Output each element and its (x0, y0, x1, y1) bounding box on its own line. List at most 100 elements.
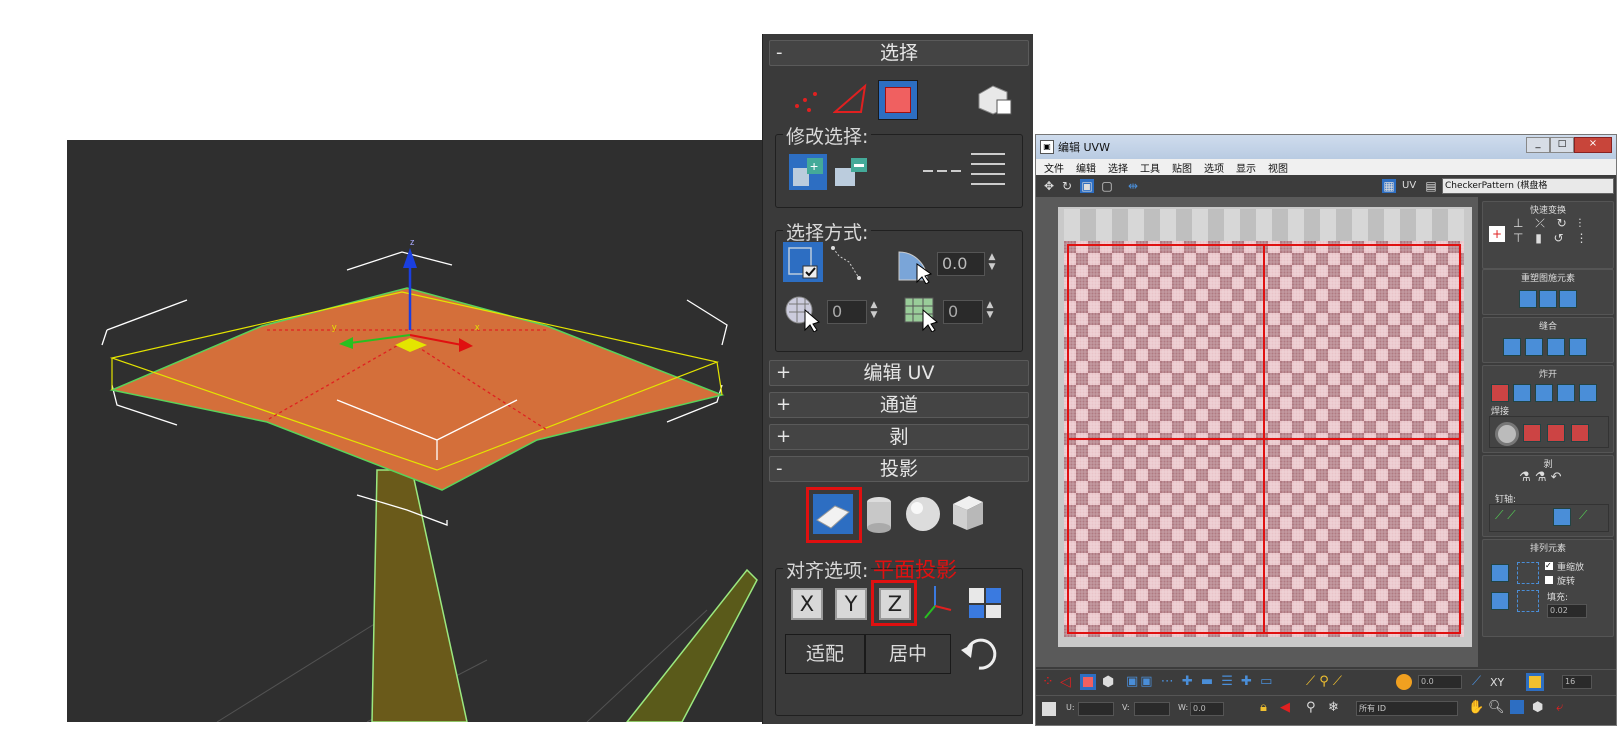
cylindrical-map-icon[interactable] (863, 494, 897, 534)
weld-selected-icon[interactable] (1523, 424, 1541, 442)
relax-icon[interactable] (1539, 290, 1557, 308)
smoothing-group-spinner-arrows[interactable]: ▲ ▼ (983, 300, 997, 322)
padding-spinner[interactable]: 0.02 (1547, 604, 1587, 618)
rollout-edit-uv[interactable]: + 编辑 UV (769, 360, 1029, 386)
uv-canvas-area[interactable] (1036, 197, 1478, 667)
v-field[interactable] (1134, 702, 1170, 716)
menu-display[interactable]: 显示 (1236, 160, 1256, 175)
mirror-icon[interactable]: ⇹ (1126, 179, 1140, 193)
pack-normalize-icon[interactable] (1491, 564, 1509, 582)
detach-icon[interactable] (1513, 384, 1531, 402)
slice-icon[interactable]: ⟋ (1472, 674, 1481, 689)
face-mode-button[interactable] (1080, 674, 1096, 690)
menu-mapping[interactable]: 贴图 (1172, 160, 1192, 175)
ring-select-icon[interactable] (923, 160, 963, 172)
circle-icon[interactable] (1559, 290, 1577, 308)
peel-tools-icons[interactable]: ⚗ ⚗ ↶ (1519, 470, 1561, 485)
toggle-pins-icon[interactable] (1553, 508, 1571, 526)
u-field[interactable] (1078, 702, 1114, 716)
straighten-icon[interactable] (1519, 290, 1537, 308)
paint-select-icons[interactable]: ⟋ ⚲ ⟋ (1306, 674, 1342, 689)
selection-tools-icons[interactable]: ▣▣ ⋯ ✚ ▬ ☰ ✚ ▭ (1126, 674, 1274, 689)
vertex-select-icon[interactable] (791, 84, 821, 114)
freeze-icon[interactable]: ❄ (1328, 700, 1339, 715)
grid-spinner[interactable]: 16 (1562, 675, 1592, 689)
break-icon[interactable] (1491, 384, 1509, 402)
menu-edit[interactable]: 编辑 (1076, 160, 1096, 175)
menu-select[interactable]: 选择 (1108, 160, 1128, 175)
edge-mode-icon[interactable]: ◁ (1060, 674, 1071, 690)
menu-view[interactable]: 视图 (1268, 160, 1288, 175)
zoom-extents-icon[interactable]: ⬢ (1532, 700, 1543, 715)
scale-icon[interactable]: ▣ (1080, 179, 1094, 193)
stitch-custom-icon[interactable] (1569, 338, 1587, 356)
menu-file[interactable]: 文件 (1044, 160, 1064, 175)
absolute-mode-icon[interactable] (1042, 702, 1056, 716)
close-button[interactable]: × (1574, 137, 1612, 153)
pack-together-icon[interactable] (1491, 592, 1509, 610)
stitch-average-icon[interactable] (1547, 338, 1565, 356)
material-id-spinner[interactable]: 0 (827, 300, 867, 324)
grow-selection-button[interactable]: + (789, 154, 827, 190)
rollout-channel[interactable]: + 通道 (769, 392, 1029, 418)
lock-selection-icon[interactable]: 🔒︎ (1260, 700, 1267, 715)
element-mode-icon[interactable]: ⬢ (1102, 674, 1114, 690)
center-button[interactable]: 居中 (865, 634, 951, 674)
loop-select-icon[interactable] (971, 150, 1005, 186)
fit-button[interactable]: 适配 (785, 634, 865, 674)
rollout-selection[interactable]: - 选择 (769, 40, 1029, 66)
flatten-icon[interactable] (1535, 384, 1553, 402)
menu-options[interactable]: 选项 (1204, 160, 1224, 175)
rollout-peel[interactable]: + 剥 (769, 424, 1029, 450)
point-to-point-icon[interactable] (829, 244, 865, 284)
pan-icon[interactable]: ✋ (1468, 700, 1484, 715)
box-map-icon[interactable] (949, 494, 987, 534)
pack-custom-icon[interactable] (1517, 562, 1539, 584)
reset-icon[interactable] (959, 634, 999, 674)
shrink-selection-button[interactable] (831, 154, 869, 190)
rotate-checkbox[interactable] (1545, 576, 1553, 584)
flatten-by-smoothing-icon[interactable] (1557, 384, 1575, 402)
snap-icon[interactable]: ⤶ (1556, 700, 1563, 715)
flatten-by-material-icon[interactable] (1579, 384, 1597, 402)
edge-select-icon[interactable] (832, 82, 869, 116)
soft-selection-icon[interactable] (1396, 674, 1412, 690)
select-by-material-icon[interactable] (783, 292, 823, 333)
move-icon[interactable]: ✥ (1042, 179, 1056, 193)
uvw-titlebar[interactable]: ▣ 编辑 UVW _ □ × (1036, 135, 1616, 159)
face-select-button[interactable] (878, 80, 918, 120)
lock-view-button[interactable] (1526, 673, 1544, 691)
planar-angle-icon[interactable] (895, 246, 933, 285)
auto-pin-icon[interactable]: ⟋ (1579, 508, 1587, 523)
pivot-icon[interactable]: + (1489, 226, 1505, 242)
rescale-checkbox[interactable]: ✓ (1545, 562, 1553, 570)
align-to-normal-icon[interactable] (967, 586, 1003, 620)
planar-angle-spinner[interactable]: 0.0 (937, 252, 985, 276)
pin-icons[interactable]: ⟋ ⟋ (1495, 508, 1516, 523)
zoom-icon[interactable]: 🔍︎ (1488, 700, 1505, 715)
element-select-icon[interactable] (973, 82, 1013, 118)
material-id-spinner-arrows[interactable]: ▲ ▼ (867, 300, 881, 322)
3d-viewport[interactable]: z x y (67, 140, 762, 722)
weld-all-icon[interactable] (1547, 424, 1565, 442)
pin-toggle-icon[interactable]: ⚲ (1306, 700, 1316, 715)
spherical-map-icon[interactable] (903, 494, 943, 534)
texture-list-icon[interactable]: ▤ (1424, 179, 1438, 193)
target-weld-icon[interactable] (1495, 422, 1519, 446)
ignore-backfacing-button[interactable] (783, 242, 823, 282)
smoothing-group-spinner[interactable]: 0 (943, 300, 983, 324)
align-to-view-icon[interactable] (919, 582, 953, 622)
w-field[interactable]: 0.0 (1190, 702, 1224, 716)
select-by-smoothing-icon[interactable] (901, 292, 941, 333)
quick-transform-icons[interactable]: ⊥ ⤫ ↻ ⫶ ⊤ ▮ ↺ ⋮ (1513, 216, 1607, 262)
pack-rescale-icon[interactable] (1517, 590, 1539, 612)
stitch-target-icon[interactable] (1525, 338, 1543, 356)
texture-dropdown[interactable]: CheckerPattern (棋盘格 (1442, 178, 1614, 194)
rotate-icon[interactable]: ↻ (1060, 179, 1074, 193)
align-y-button[interactable]: Y (835, 588, 867, 620)
hide-icon[interactable]: ◀ (1280, 700, 1290, 715)
zoom-region-icon[interactable] (1510, 700, 1524, 714)
weld-edge-icon[interactable] (1571, 424, 1589, 442)
freeform-icon[interactable]: ▢ (1100, 179, 1114, 193)
maximize-button[interactable]: □ (1550, 137, 1574, 153)
